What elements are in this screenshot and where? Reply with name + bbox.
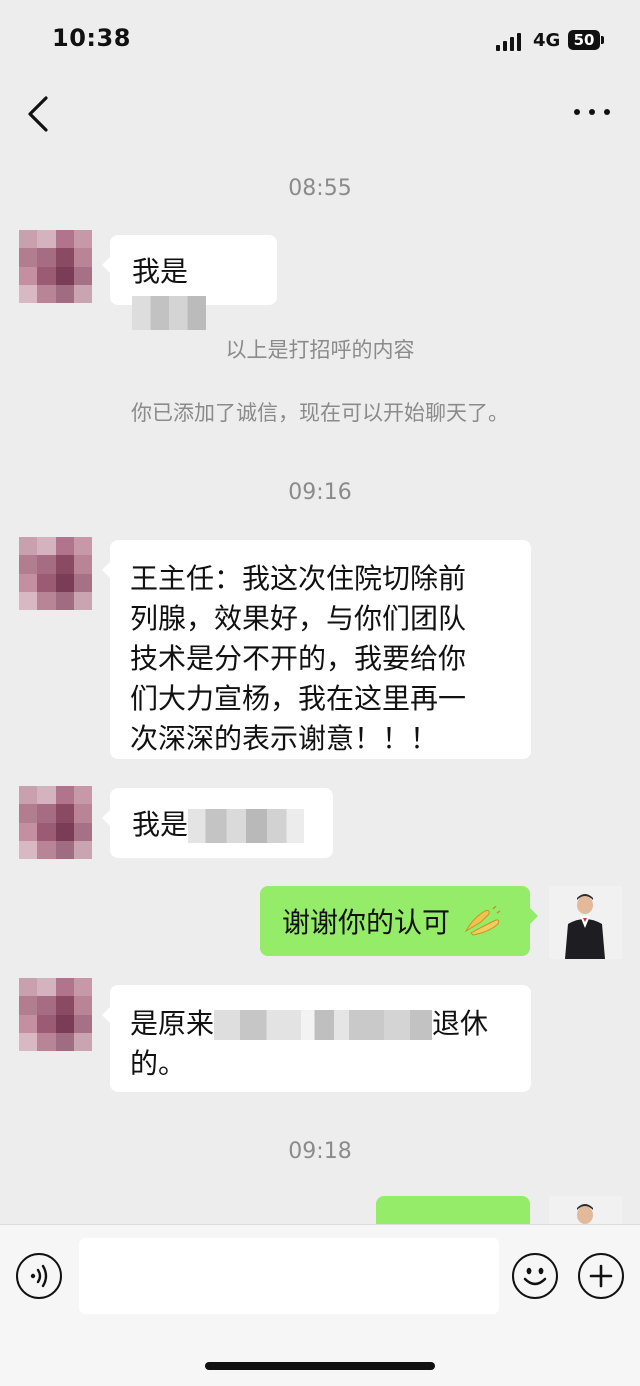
- message-text: 我是: [132, 255, 189, 288]
- battery-icon: 50: [568, 30, 600, 50]
- message-input[interactable]: [79, 1238, 499, 1314]
- emoji-icon[interactable]: [512, 1253, 558, 1299]
- contact-avatar[interactable]: [19, 978, 92, 1051]
- message-text: 谢谢你的认可: [282, 906, 451, 939]
- plus-icon[interactable]: [578, 1253, 624, 1299]
- message-line: 们大力宣杨，我在这里再一: [130, 682, 467, 715]
- redacted-name: [188, 809, 305, 843]
- contact-avatar[interactable]: [19, 537, 92, 610]
- home-indicator[interactable]: [205, 1362, 435, 1370]
- message-line: 的。: [130, 1047, 187, 1080]
- message-line: 列腺，效果好，与你们团队: [130, 602, 467, 635]
- message-bubble[interactable]: 我是: [102, 788, 333, 858]
- message-line: 是原来 退休: [130, 1004, 511, 1044]
- redacted-name: [132, 296, 206, 330]
- message-line: 王主任：我这次住院切除前: [130, 562, 467, 595]
- message-bubble-outgoing[interactable]: 谢谢你的认可: [260, 886, 538, 956]
- system-message: 你已添加了诚信，现在可以开始聊天了。: [131, 401, 509, 425]
- redacted-text: [214, 1010, 433, 1040]
- battery-cap: [601, 36, 604, 44]
- timestamp: 09:16: [288, 480, 352, 505]
- contact-avatar[interactable]: [19, 230, 92, 303]
- network-type: 4G: [533, 30, 561, 51]
- chat-title-redacted: [286, 96, 364, 134]
- my-avatar[interactable]: [549, 1196, 622, 1224]
- timestamp: 08:55: [288, 176, 352, 201]
- signal-icon: [496, 33, 522, 51]
- contact-avatar[interactable]: [19, 786, 92, 859]
- message-line: 次深深的表示谢意！！！: [130, 722, 439, 755]
- my-avatar[interactable]: [549, 886, 622, 959]
- clap-emoji: [463, 905, 501, 947]
- status-time: 10:38: [52, 24, 131, 52]
- message-bubble[interactable]: 我是: [102, 235, 277, 330]
- more-icon[interactable]: [572, 104, 612, 120]
- message-bubble[interactable]: 王主任：我这次住院切除前 列腺，效果好，与你们团队 技术是分不开的，我要给你 们…: [102, 540, 531, 759]
- voice-icon[interactable]: [16, 1253, 62, 1299]
- message-line: 技术是分不开的，我要给你: [130, 642, 467, 675]
- message-text: 是原来: [130, 1007, 215, 1040]
- system-message: 以上是打招呼的内容: [225, 338, 415, 362]
- message-text: 我是: [132, 808, 189, 841]
- message-bubble[interactable]: 是原来 退休 的。: [102, 985, 531, 1092]
- message-text: 退休: [432, 1007, 489, 1040]
- timestamp: 09:18: [288, 1139, 352, 1164]
- back-icon[interactable]: [22, 92, 62, 136]
- message-bubble-outgoing[interactable]: [376, 1196, 530, 1224]
